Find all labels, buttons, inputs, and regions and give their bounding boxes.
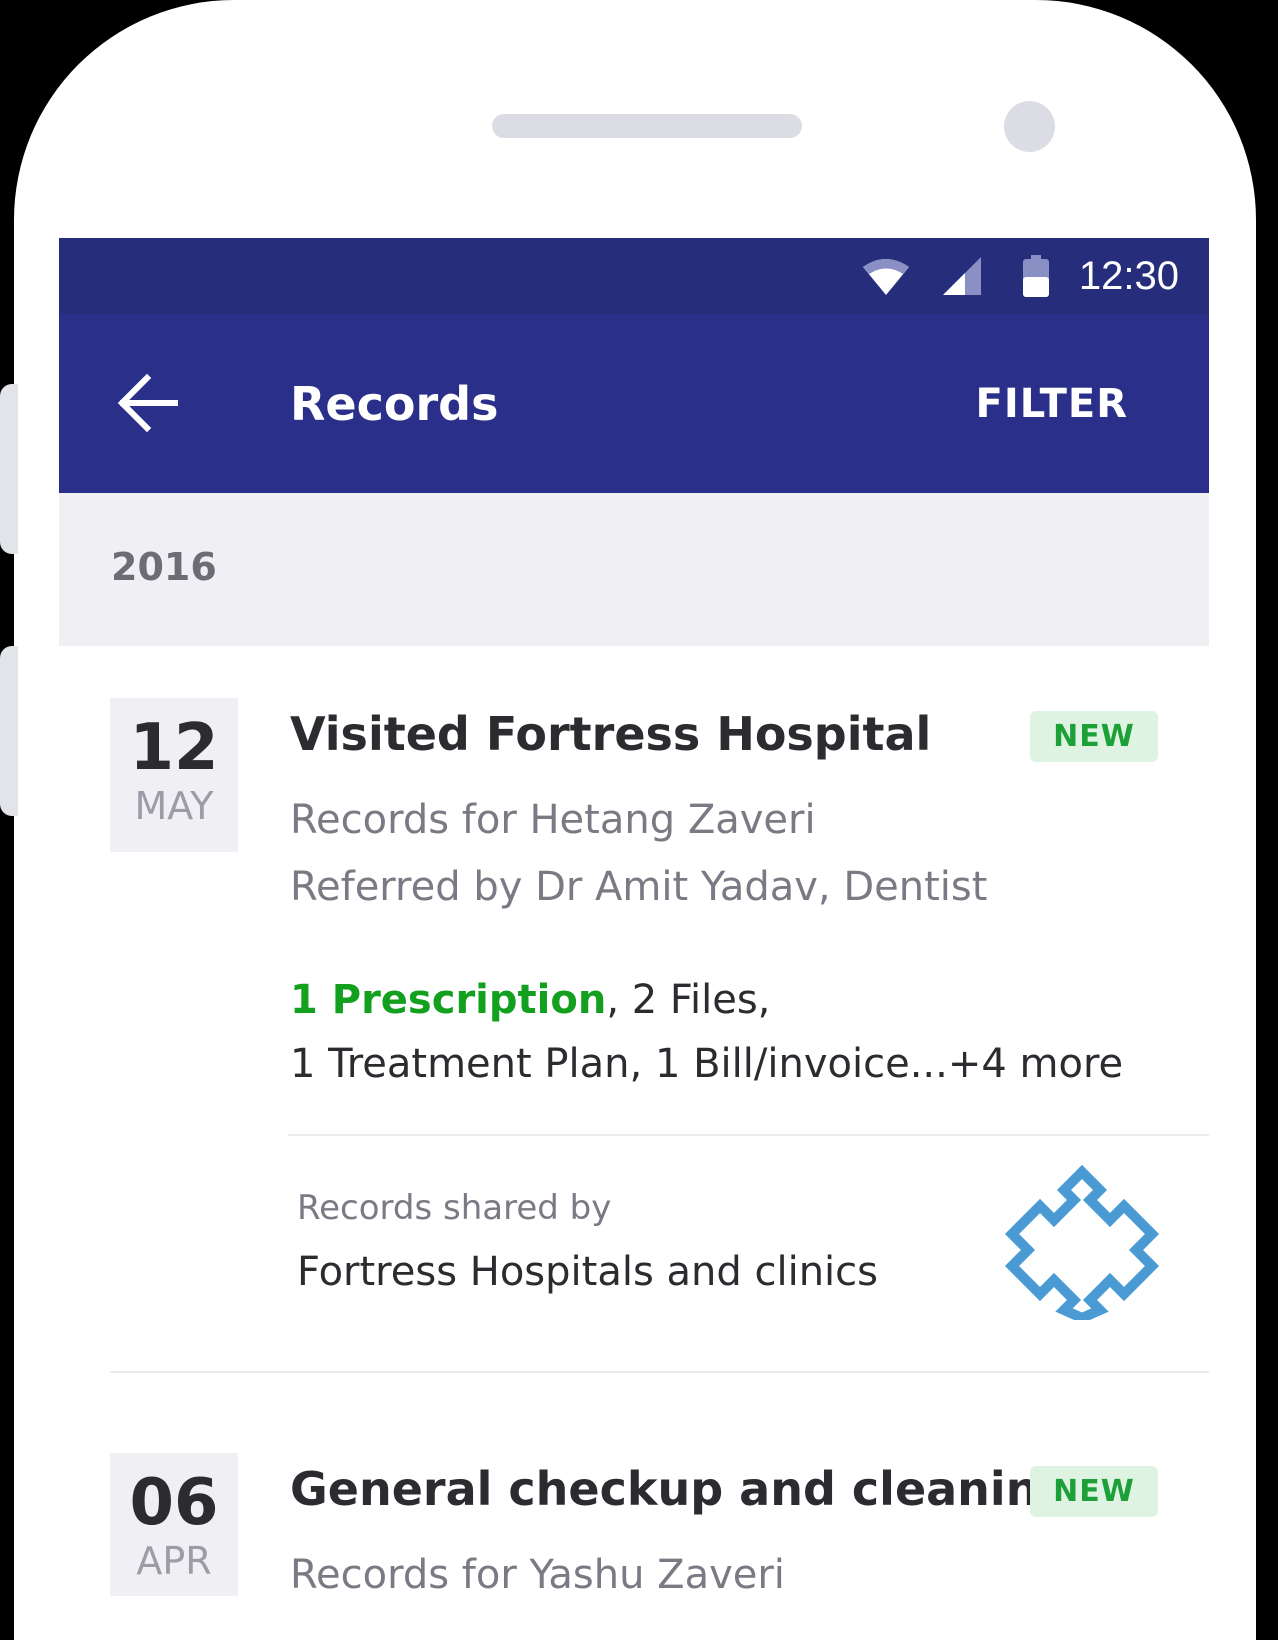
- record-divider: [110, 1371, 1209, 1373]
- fortress-logo-icon: [1004, 1164, 1160, 1324]
- battery-icon: [1022, 255, 1049, 297]
- volume-down-button: [0, 646, 18, 816]
- items-line-2: 1 Treatment Plan, 1 Bill/invoice...+4 mo…: [290, 1032, 1123, 1096]
- record-card[interactable]: 06 APR General checkup and cleaning NEW …: [59, 1401, 1209, 1596]
- record-card[interactable]: 12 MAY Visited Fortress Hospital NEW Rec…: [59, 646, 1209, 1371]
- wifi-icon: [862, 257, 909, 295]
- status-time: 12:30: [1078, 253, 1179, 298]
- shared-org-name: Fortress Hospitals and clinics: [297, 1249, 878, 1295]
- phone-camera: [1004, 101, 1055, 152]
- record-items: 1 Prescription, 2 Files, 1 Treatment Pla…: [290, 968, 1123, 1096]
- app-bar: Records FILTER: [59, 314, 1209, 493]
- record-title[interactable]: General checkup and cleaning: [290, 1459, 1071, 1519]
- app-screen: 12:30 Records FILTER 2016 12 MAY Visited…: [59, 238, 1209, 1596]
- divider: [288, 1134, 1209, 1136]
- year-label: 2016: [111, 545, 217, 589]
- new-badge: NEW: [1030, 711, 1158, 762]
- date-box: 12 MAY: [110, 698, 238, 852]
- date-box: 06 APR: [110, 1453, 238, 1596]
- patient-line: Records for Hetang Zaveri: [290, 797, 816, 843]
- prescription-link[interactable]: 1 Prescription: [290, 977, 606, 1023]
- cell-signal-icon: [942, 257, 981, 295]
- back-button[interactable]: [113, 370, 183, 440]
- items-text: 1 Treatment Plan, 1 Bill/invoice...: [290, 1041, 948, 1087]
- status-bar: 12:30: [59, 238, 1209, 314]
- files-text: , 2 Files,: [606, 977, 771, 1023]
- phone-speaker: [492, 114, 802, 138]
- shared-by-label: Records shared by: [297, 1188, 612, 1228]
- patient-line: Records for Yashu Zaveri: [290, 1552, 785, 1596]
- record-title[interactable]: Visited Fortress Hospital: [290, 704, 931, 764]
- date-month: APR: [136, 1539, 212, 1583]
- filter-button[interactable]: FILTER: [976, 378, 1128, 430]
- date-day: 06: [129, 1466, 219, 1540]
- arrow-left-icon: [117, 372, 179, 438]
- volume-up-button: [0, 384, 18, 554]
- date-day: 12: [129, 711, 219, 785]
- page-title: Records: [290, 377, 499, 431]
- referral-line: Referred by Dr Amit Yadav, Dentist: [290, 864, 988, 910]
- year-section-header: 2016: [59, 493, 1209, 646]
- more-link[interactable]: +4 more: [948, 1041, 1123, 1087]
- date-month: MAY: [134, 784, 214, 828]
- new-badge: NEW: [1030, 1466, 1158, 1517]
- items-line-1: 1 Prescription, 2 Files,: [290, 968, 1123, 1032]
